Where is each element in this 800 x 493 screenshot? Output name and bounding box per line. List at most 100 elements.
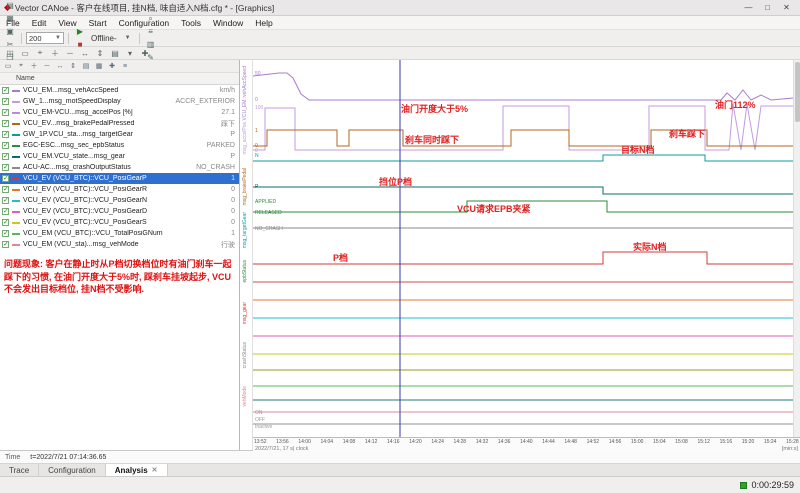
checkbox-icon[interactable]: ✓ — [2, 230, 9, 237]
signal-row[interactable]: ✓VCU_EM-VCU...msg_accelPos [%]27.1 — [0, 107, 239, 118]
checkbox-icon[interactable]: ✓ — [2, 109, 9, 116]
minimize-button[interactable]: — — [739, 0, 758, 15]
checkbox-icon[interactable]: ✓ — [2, 219, 9, 226]
signal-row[interactable]: ✓GW_1P.VCU_sta...msg_targetGearP — [0, 129, 239, 140]
checkbox-icon[interactable]: ✓ — [2, 131, 9, 138]
window-layout-icon[interactable]: ◫ — [3, 47, 17, 60]
signal-value-label: 0 — [231, 186, 237, 193]
time-tick: 14:24 — [431, 439, 444, 445]
open-config-icon[interactable]: ▦ — [3, 12, 17, 25]
checkbox-icon[interactable]: ✓ — [2, 120, 9, 127]
signal-value-label: PARKED — [207, 142, 237, 149]
signal-name-label: VCU_EV (VCU_BTC)::VCU_PosiGearD — [23, 208, 147, 215]
new-config-icon[interactable]: ▤ — [3, 0, 17, 12]
time-tick: 14:28 — [454, 439, 467, 445]
tab-configuration[interactable]: Configuration — [39, 464, 106, 476]
zoom-out-tool-icon[interactable]: － — [41, 61, 53, 72]
menu-item-tools[interactable]: Tools — [175, 18, 207, 28]
signal-row[interactable]: ✓VCU_EM (VCU_BTC)::VCU_TotalPosiGNum1 — [0, 228, 239, 239]
fit-width-icon[interactable]: ↔ — [54, 61, 66, 72]
signal-row[interactable]: ✓ACU-AC...msg_crashOutputStatusNO_CRASH — [0, 162, 239, 173]
cursor-mode-icon[interactable]: ⌖ — [33, 47, 47, 60]
trace-window-icon[interactable]: ≡ — [144, 25, 158, 38]
offline-mode-label[interactable]: Offline- — [88, 34, 120, 43]
tab-label: Analysis — [115, 466, 148, 475]
checkbox-icon[interactable]: ✓ — [2, 87, 9, 94]
legend-toggle-icon[interactable]: ▤ — [80, 61, 92, 72]
crosshair-tool-icon[interactable]: ⌖ — [15, 61, 27, 72]
zoom-combo[interactable]: 200 ▼ — [26, 32, 64, 44]
tab-trace[interactable]: Trace — [0, 464, 39, 476]
checkbox-icon[interactable]: ✓ — [2, 175, 9, 182]
signal-name-label: VCU_EM.VCU_state...msg_gear — [23, 153, 125, 160]
signal-value-label: P — [230, 131, 237, 138]
checkbox-icon[interactable]: ✓ — [2, 197, 9, 204]
signal-row[interactable]: ✓VCU_EV (VCU_BTC)::VCU_PosiGearD0 — [0, 206, 239, 217]
signal-row[interactable]: ✓EGC-ESC...msg_sec_epbStatusPARKED — [0, 140, 239, 151]
signal-color-swatch — [12, 167, 20, 169]
graphics-plot-canvas[interactable]: 500100010NPAPPLIEDRELEASEDNO_CRASHONOFFI… — [253, 60, 793, 437]
legend-column-header[interactable]: Name — [0, 73, 239, 85]
signal-color-swatch — [12, 90, 20, 92]
select-tool-icon[interactable]: ▭ — [2, 61, 14, 72]
add-series-icon[interactable]: ✚ — [106, 61, 118, 72]
signal-row[interactable]: ✓VCU_EV (VCU_BTC)::VCU_PosiGearP1 — [0, 173, 239, 184]
checkbox-icon[interactable]: ✓ — [2, 142, 9, 149]
signal-name-label: VCU_EV (VCU_BTC)::VCU_PosiGearP — [23, 175, 147, 182]
close-button[interactable]: ✕ — [777, 0, 796, 15]
time-tick: 15:04 — [653, 439, 666, 445]
start-measurement-icon[interactable]: ▶ — [73, 25, 87, 38]
signal-row[interactable]: ✓VCU_EV (VCU_BTC)::VCU_PosiGearN0 — [0, 195, 239, 206]
add-signal-icon[interactable]: ✚ — [138, 47, 152, 60]
fit-height-icon[interactable]: ⇕ — [67, 61, 79, 72]
signal-row[interactable]: ✓VCU_EV (VCU_BTC)::VCU_PosiGearR0 — [0, 184, 239, 195]
measurement-clock: 0:00:29:59 — [751, 480, 794, 490]
toolbar-separator — [21, 33, 22, 44]
selection-mode-icon[interactable]: ▭ — [18, 47, 32, 60]
checkbox-icon[interactable]: ✓ — [2, 208, 9, 215]
window-title: Vector CANoe - 客户在线项目, 挂N档, 味自适入N档.cfg *… — [15, 2, 739, 14]
chevron-down-icon[interactable]: ▼ — [121, 32, 135, 45]
tab-analysis[interactable]: Analysis ✕ — [106, 464, 168, 476]
statusbar: 0:00:29:59 — [0, 477, 800, 493]
checkbox-icon[interactable]: ✓ — [2, 153, 9, 160]
zoom-in-tool-icon[interactable]: ＋ — [28, 61, 40, 72]
plot-vertical-scrollbar[interactable] — [793, 60, 800, 437]
signal-dropdown-icon[interactable]: ▾ — [123, 47, 137, 60]
time-info-row: Time t=2022/7/21 07:14:36.65 — [0, 451, 800, 464]
maximize-button[interactable]: □ — [758, 0, 777, 15]
signal-row[interactable]: ✓VCU_EM...msg_vehAccSpeedkm/h — [0, 85, 239, 96]
plot-column: 500100010NPAPPLIEDRELEASEDNO_CRASHONOFFI… — [253, 60, 800, 450]
signal-value-label: ACCR_EXTERIOR — [175, 98, 237, 105]
zoom-in-icon[interactable]: ＋ — [48, 47, 62, 60]
signal-value-label: P — [230, 153, 237, 160]
close-tab-icon[interactable]: ✕ — [152, 466, 158, 474]
signal-row[interactable]: ✓VCU_EM (VCU_sta)...msg_vehMode行驶 — [0, 239, 239, 250]
grid-toggle-icon[interactable]: ▤ — [108, 47, 122, 60]
signal-color-swatch — [12, 178, 20, 180]
checkbox-icon[interactable]: ✓ — [2, 241, 9, 248]
signal-row[interactable]: ✓VCU_EV...msg_brakePedalPressed踩下 — [0, 118, 239, 129]
signal-row[interactable]: ✓GW_1...msg_motSpeedDisplayACCR_EXTERIOR — [0, 96, 239, 107]
zoom-out-icon[interactable]: － — [63, 47, 77, 60]
menu-item-window[interactable]: Window — [207, 18, 249, 28]
plot-annotation: 油门开度大于5% — [401, 103, 468, 114]
scrollbar-thumb[interactable] — [795, 62, 800, 122]
grid-icon[interactable]: ▦ — [93, 61, 105, 72]
checkbox-icon[interactable]: ✓ — [2, 164, 9, 171]
time-tick: 14:00 — [298, 439, 311, 445]
signal-row[interactable]: ✓ VCU_EM.VCU_state...msg_gear P — [0, 151, 239, 162]
checkbox-icon[interactable]: ✓ — [2, 186, 9, 193]
fit-y-icon[interactable]: ⇕ — [93, 47, 107, 60]
menu-item-start[interactable]: Start — [83, 18, 113, 28]
signal-row[interactable]: ✓VCU_EV (VCU_BTC)::VCU_PosiGearS0 — [0, 217, 239, 228]
options-icon[interactable]: ≡ — [119, 61, 131, 72]
save-config-icon[interactable]: ▣ — [3, 25, 17, 38]
fit-x-icon[interactable]: ↔ — [78, 47, 92, 60]
menu-item-help[interactable]: Help — [249, 18, 278, 28]
time-tick: 14:52 — [587, 439, 600, 445]
search-icon[interactable]: ⌕ — [144, 12, 158, 25]
menu-item-edit[interactable]: Edit — [26, 18, 53, 28]
checkbox-icon[interactable]: ✓ — [2, 98, 9, 105]
trace-gear-position — [253, 187, 793, 194]
